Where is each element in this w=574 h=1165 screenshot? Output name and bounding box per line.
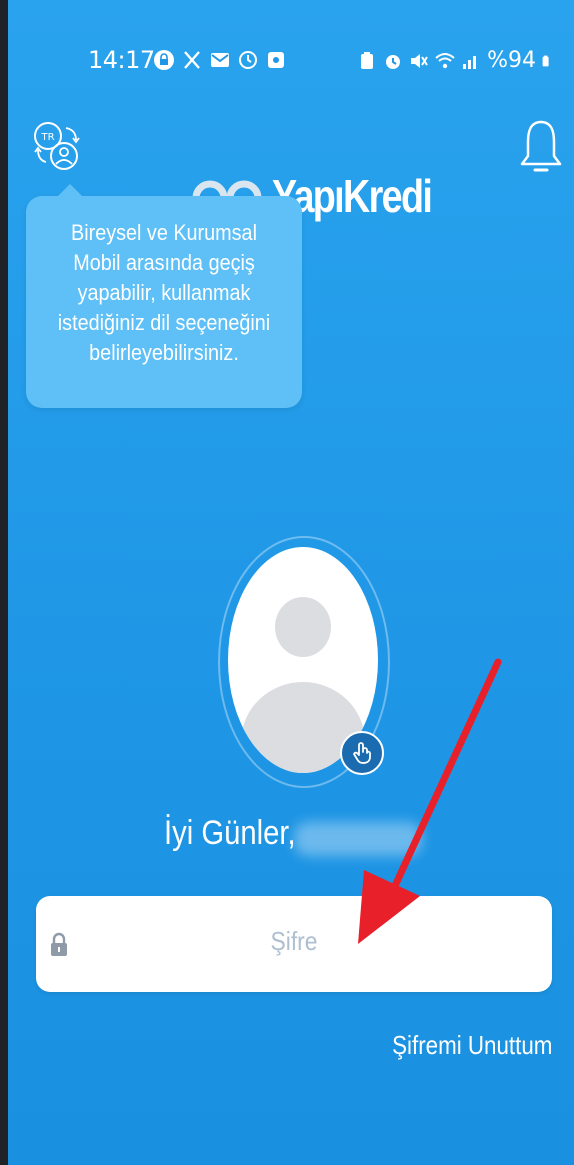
lock-app-icon: [154, 50, 174, 70]
greeting-text: İyi Günler,: [164, 814, 296, 852]
annotation-arrow-icon: [358, 658, 502, 944]
tooltip-arrow: [58, 184, 82, 196]
mute-icon: [411, 53, 428, 68]
battery-percentage: %94: [487, 48, 536, 73]
wifi-icon: [435, 52, 455, 68]
app-icon: [268, 52, 284, 68]
app-screen: 14:17 %94 TR YapıKredi Bireysel ve Kurum…: [8, 0, 574, 1165]
language-badge: TR: [40, 132, 54, 143]
alarm-icon: [386, 54, 401, 69]
x-app-icon: [184, 51, 200, 69]
system-icons: %94: [357, 48, 554, 73]
forgot-password-link[interactable]: Şifremi Unuttum: [392, 1030, 552, 1061]
signal-icon: [463, 55, 477, 69]
status-time: 14:17: [88, 46, 155, 74]
notification-bell-icon[interactable]: [516, 114, 566, 180]
tooltip-text: Bireysel ve Kurumsal Mobil arasında geçi…: [57, 220, 271, 365]
notification-icons: [154, 50, 286, 70]
status-bar: 14:17 %94: [8, 44, 574, 80]
battery-saver-icon: [361, 51, 374, 69]
clock-icon: [239, 51, 257, 69]
language-switch-icon[interactable]: TR: [30, 118, 86, 178]
info-tooltip[interactable]: Bireysel ve Kurumsal Mobil arasında geçi…: [26, 184, 302, 408]
mail-icon: [211, 53, 229, 67]
battery-icon: [542, 55, 549, 66]
